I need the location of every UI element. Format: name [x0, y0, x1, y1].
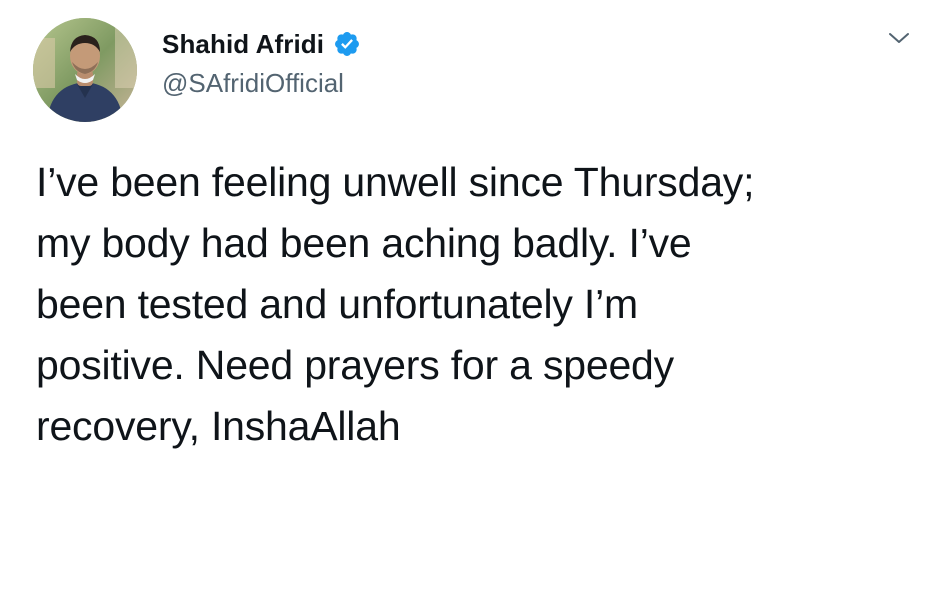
chevron-down-icon[interactable] — [887, 26, 911, 50]
tweet-text: I’ve been feeling unwell since Thursday;… — [36, 159, 755, 449]
avatar[interactable] — [33, 18, 137, 122]
display-name[interactable]: Shahid Afridi — [162, 29, 324, 60]
verified-badge-icon — [333, 30, 361, 58]
author-handle[interactable]: @SAfridiOfficial — [162, 68, 361, 99]
author-name-row: Shahid Afridi — [162, 26, 361, 62]
profile-photo — [33, 18, 137, 122]
tweet-card: Shahid Afridi @SAfridiOfficial I’ve been… — [0, 0, 945, 607]
author-block: Shahid Afridi @SAfridiOfficial — [162, 26, 361, 99]
